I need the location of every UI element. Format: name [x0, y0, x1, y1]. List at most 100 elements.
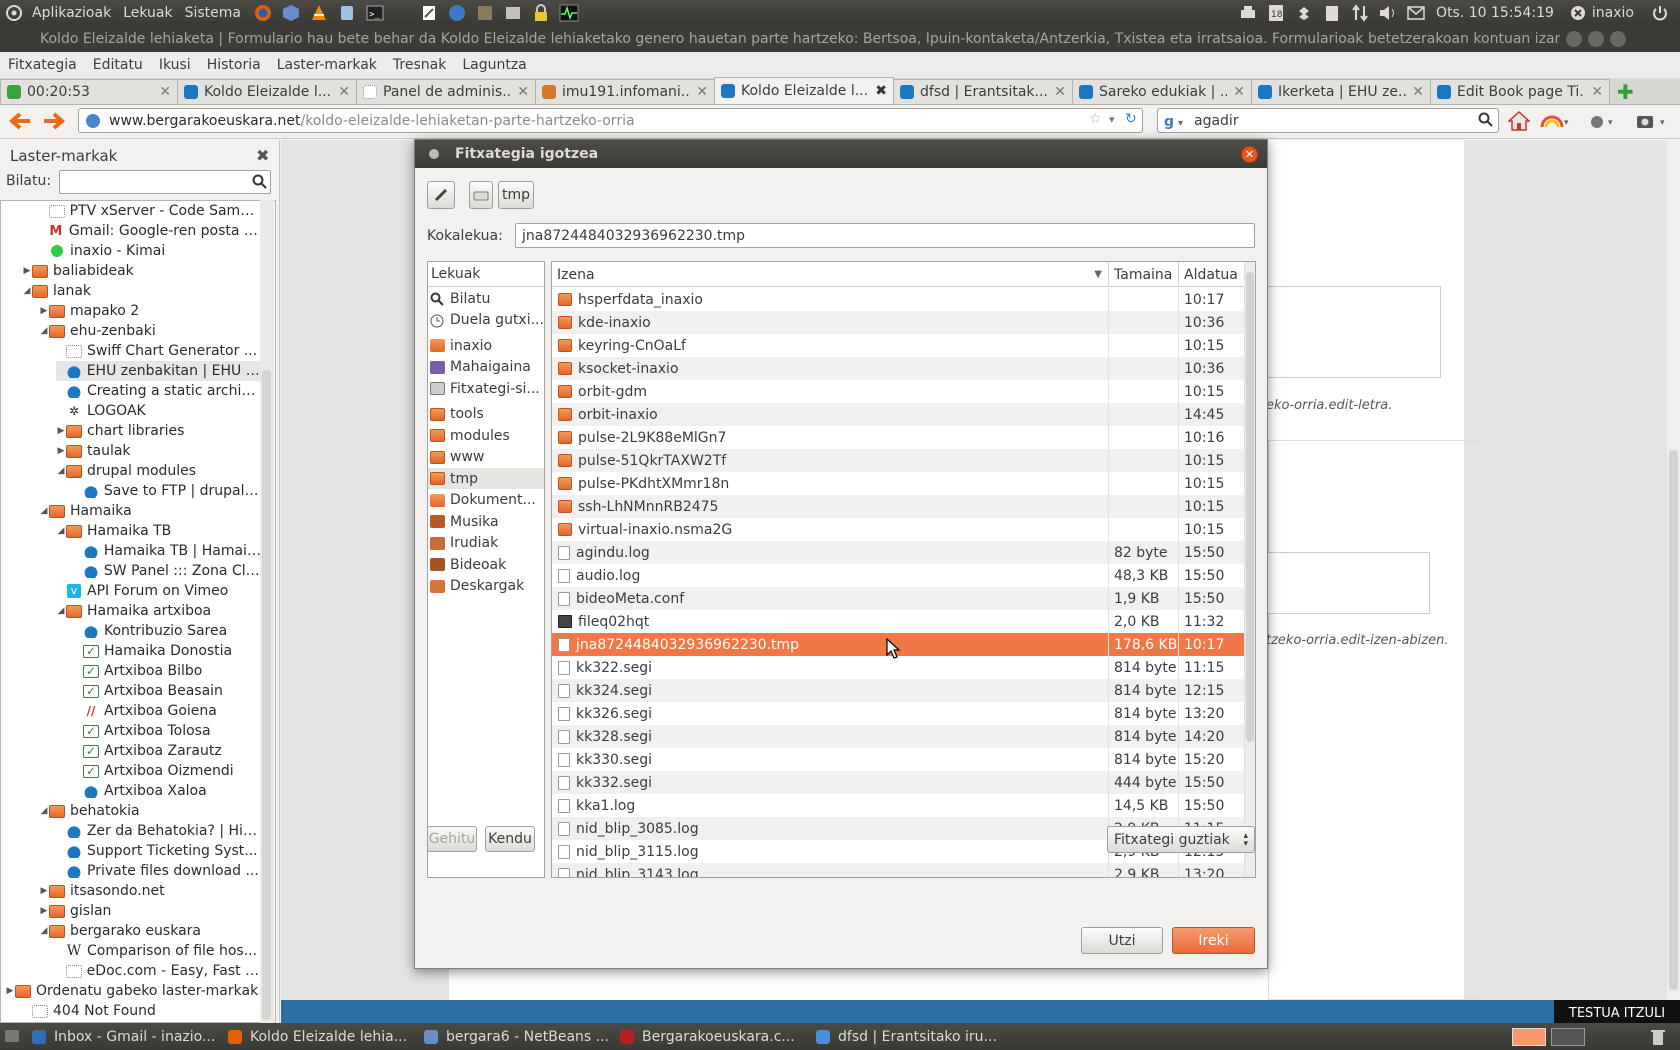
bookmark-item[interactable]: Artxiboa Zarautz [73, 741, 261, 761]
menu-applications[interactable]: Aplikazioak [28, 5, 119, 21]
menu-system[interactable]: Sistema [181, 5, 249, 21]
tab-2[interactable]: Panel de adminis... ✕ [356, 79, 536, 104]
google-icon[interactable]: g ▾ [1164, 113, 1190, 129]
tab-close-icon[interactable]: ✕ [338, 84, 350, 100]
menu-file[interactable]: Fitxategia [0, 57, 85, 73]
netbeans-icon[interactable] [281, 3, 301, 23]
bookmark-item[interactable]: Artxiboa Bilbo [73, 661, 261, 681]
remove-bookmark-button[interactable]: Kendu [485, 826, 535, 852]
file-row[interactable]: nid_blip_3143.log 2,9 KB 13:20 [552, 863, 1244, 877]
tab-5[interactable]: dfsd | Erantsitak... ✕ [893, 79, 1073, 104]
place-videos[interactable]: Bideoak [428, 554, 544, 575]
tab-close-icon[interactable]: ✕ [1054, 84, 1066, 100]
dialog-close-icon[interactable]: ✕ [1241, 146, 1258, 163]
bookmark-item[interactable]: ▶ chart libraries [56, 421, 261, 441]
tab-3[interactable]: imu191.infomani... ✕ [535, 79, 715, 104]
column-size[interactable]: Tamaina [1109, 262, 1179, 287]
file-row[interactable]: kk330.segi 814 byte 15:20 [552, 748, 1244, 771]
screenshot-icon[interactable] [503, 3, 523, 23]
home-icon[interactable] [1508, 110, 1530, 132]
bookmark-item[interactable]: M Gmail: Google-ren posta elek... [39, 221, 261, 241]
bookmark-item[interactable]: Hamaika Donostia [73, 641, 261, 661]
tab-close-icon[interactable]: ✕ [1412, 84, 1424, 100]
column-modified[interactable]: Aldatua [1179, 262, 1244, 287]
bookmark-item[interactable]: ◢ Hamaika [39, 501, 261, 521]
open-button[interactable]: Ireki [1172, 927, 1255, 954]
search-bar[interactable]: g ▾ agadir [1157, 108, 1499, 133]
user-name[interactable]: inaxio [1592, 5, 1634, 21]
sidebar-search-input[interactable] [59, 170, 271, 194]
bookmark-item[interactable]: ◢ bergarako euskara [39, 921, 261, 941]
file-row[interactable]: agindu.log 82 byte 15:50 [552, 541, 1244, 564]
file-row[interactable]: orbit-gdm 10:15 [552, 380, 1244, 403]
file-row[interactable]: ssh-LhNMnnRB2475 10:15 [552, 495, 1244, 518]
expander-icon[interactable]: ▶ [56, 426, 66, 436]
expander-icon[interactable]: ▶ [5, 986, 15, 996]
place-folder[interactable]: www [428, 447, 544, 468]
bookmark-item[interactable]: ◢ behatokia [39, 801, 261, 821]
menu-edit[interactable]: Editatu [85, 57, 151, 73]
bookmark-item[interactable]: PTV xServer - Code Samples [39, 201, 261, 221]
bookmark-item[interactable]: ▶ taulak [56, 441, 261, 461]
file-row[interactable]: fileq02hqt 2,0 KB 11:32 [552, 610, 1244, 633]
expander-icon[interactable]: ▶ [39, 306, 49, 316]
system-monitor-icon[interactable] [559, 3, 579, 23]
expander-icon[interactable]: ▶ [22, 266, 32, 276]
trash-icon[interactable] [1650, 1028, 1666, 1046]
expander-icon[interactable]: ◢ [56, 466, 66, 476]
maximize-button[interactable] [1588, 30, 1604, 47]
file-row[interactable]: keyring-CnOaLf 10:15 [552, 334, 1244, 357]
place-music[interactable]: Musika [428, 511, 544, 532]
search-icon[interactable] [1478, 112, 1494, 128]
page-scrollbar[interactable] [1667, 140, 1680, 1000]
column-name[interactable]: Izena ▼ [552, 262, 1109, 287]
taskbar-item[interactable]: Bergarakoeuskara.c... [620, 1026, 810, 1047]
vlc-icon[interactable] [309, 3, 329, 23]
power-icon[interactable] [1650, 3, 1670, 23]
bookmark-item[interactable]: ▶ mapako 2 [39, 301, 261, 321]
dropbox-icon[interactable] [1294, 3, 1314, 23]
type-location-button[interactable] [427, 181, 455, 209]
expander-icon[interactable]: ▶ [56, 446, 66, 456]
bookmark-item[interactable]: ◢ Hamaika artxiboa [56, 601, 261, 621]
file-row[interactable]: kk324.segi 814 byte 12:15 [552, 679, 1244, 702]
file-row[interactable]: kk328.segi 814 byte 14:20 [552, 725, 1244, 748]
file-row[interactable]: kde-inaxio 10:36 [552, 311, 1244, 334]
bookmark-item[interactable]: ◢ Hamaika TB [56, 521, 261, 541]
file-row[interactable]: bideoMeta.conf 1,9 KB 15:50 [552, 587, 1244, 610]
volume-icon[interactable] [1378, 3, 1398, 23]
expander-icon[interactable]: ▶ [39, 886, 49, 896]
firefox-icon[interactable] [253, 3, 273, 23]
place-downloads[interactable]: Deskargak [428, 576, 544, 597]
camera-icon[interactable]: ▾ [1636, 112, 1676, 130]
bookmark-item[interactable]: ▶ baliabideak [22, 261, 261, 281]
tab-close-icon[interactable]: ✕ [159, 84, 171, 100]
site-identity-icon[interactable] [85, 113, 101, 129]
lock-icon[interactable] [531, 3, 551, 23]
letter-textarea[interactable] [1265, 286, 1441, 378]
menu-tools[interactable]: Tresnak [385, 57, 454, 73]
file-row[interactable]: pulse-PKdhtXMmr18n 10:15 [552, 472, 1244, 495]
place-search[interactable]: Bilatu [428, 288, 544, 309]
tab-0[interactable]: 00:20:53 ✕ [0, 79, 178, 104]
tab-6[interactable]: Sareko edukiak | ... ✕ [1072, 79, 1252, 104]
url-dropdown-icon[interactable]: ▾ [1109, 113, 1115, 126]
bookmark-item[interactable]: v API Forum on Vimeo [56, 581, 261, 601]
expander-icon[interactable]: ◢ [39, 506, 49, 516]
bookmark-item[interactable]: // Artxiboa Goiena [73, 701, 261, 721]
ubuntu-logo-icon[interactable] [4, 3, 24, 23]
bookmark-item[interactable]: Hamaika TB | Hamaika [73, 541, 261, 561]
place-folder[interactable]: modules [428, 425, 544, 446]
bookmark-item[interactable]: Save to FTP | drupal.... [73, 481, 261, 501]
star-icon[interactable]: ☆ [1089, 111, 1102, 127]
printer-icon[interactable] [1238, 3, 1258, 23]
tab-1[interactable]: Koldo Eleizalde l... ✕ [177, 79, 357, 104]
file-row[interactable]: kk326.segi 814 byte 13:20 [552, 702, 1244, 725]
file-row[interactable]: virtual-inaxio.nsma2G 10:15 [552, 518, 1244, 541]
tab-4[interactable]: Koldo Eleizalde l... ✖ [714, 77, 894, 104]
bookmark-item[interactable]: eDoc.com - Easy, Fast a... [56, 961, 261, 981]
file-row[interactable]: hsperfdata_inaxio 10:17 [552, 288, 1244, 311]
close-icon[interactable]: ✖ [256, 146, 269, 165]
place-folder[interactable]: tools [428, 404, 544, 425]
bookmark-item[interactable]: Creating a static archiv... [56, 381, 261, 401]
